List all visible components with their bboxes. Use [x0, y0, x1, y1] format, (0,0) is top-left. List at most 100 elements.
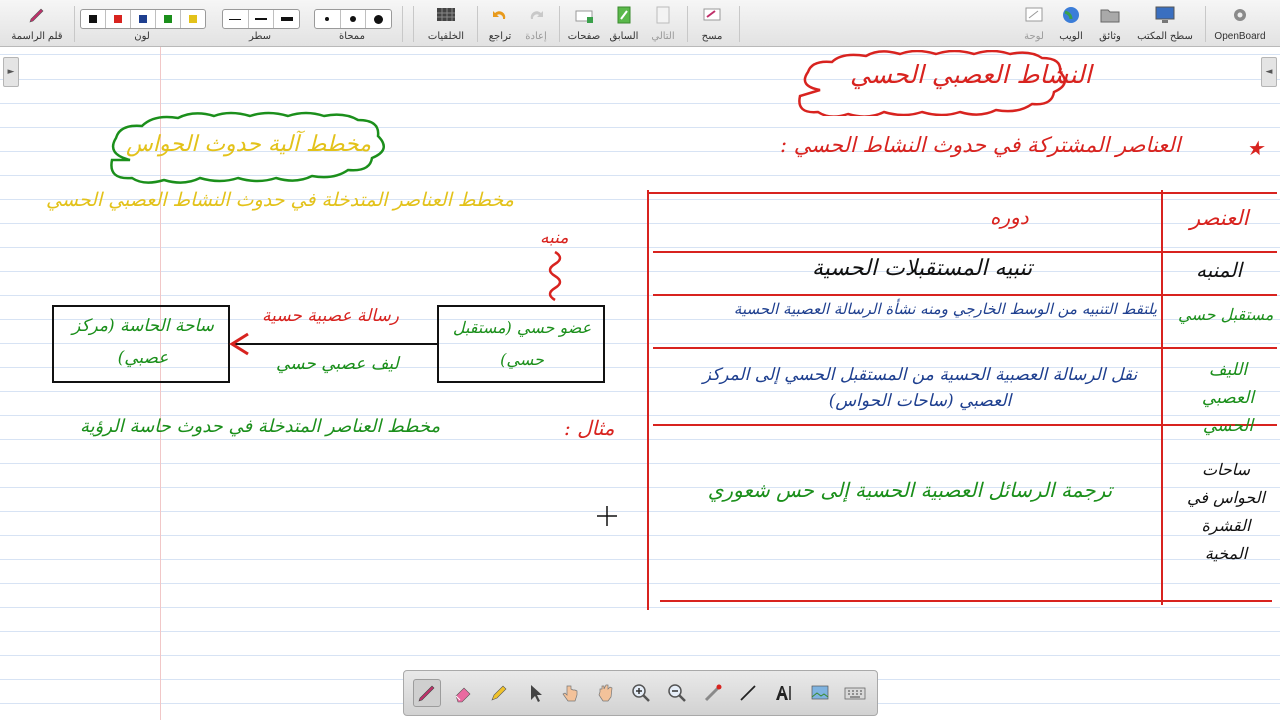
text-tool[interactable]: [771, 680, 797, 706]
color-swatch-blue[interactable]: [131, 10, 156, 28]
eraser-tool[interactable]: [450, 680, 476, 706]
color-swatch-fill: [189, 15, 197, 23]
stimulus-wave: [548, 250, 562, 302]
crosshair-cursor: [597, 506, 617, 526]
pages-button[interactable]: صفحات: [564, 2, 604, 44]
table-header-element: العنصر: [1190, 206, 1249, 230]
table-line-row2: [653, 347, 1277, 349]
table-row4-role: ترجمة الرسائل العصبية الحسية إلى حس شعور…: [707, 478, 1113, 502]
table-row3-role: نقل الرسالة العصبية الحسية من المستقبل ا…: [702, 365, 1138, 411]
openboard-menu-button[interactable]: OpenBoard: [1208, 2, 1272, 44]
color-swatch-black[interactable]: [81, 10, 106, 28]
toolbar-separator: [477, 6, 478, 42]
capture-icon: [811, 685, 828, 700]
diagram-cloud-title: مخطط آلية حدوث الحواس: [126, 132, 371, 157]
table-row1-element: المنبه: [1196, 258, 1243, 282]
pages-label: صفحات: [567, 31, 601, 42]
web-button[interactable]: الويب: [1052, 2, 1090, 44]
redo-button[interactable]: إعادة: [518, 2, 554, 44]
toolbar-separator: [1205, 6, 1206, 42]
marker-icon: [491, 685, 507, 701]
backgrounds-label: الخلفيات: [427, 31, 465, 42]
zoom-out-tool[interactable]: [664, 680, 690, 706]
line-tool[interactable]: [735, 680, 761, 706]
toolbar-separator: [739, 6, 740, 42]
pen-tool-button[interactable]: قلم الراسمة: [4, 2, 70, 44]
next-page-button[interactable]: التالي: [644, 2, 682, 44]
globe-icon: [1063, 7, 1079, 23]
diagram-right-box: عضو حسي (مستقبل حسي): [452, 318, 592, 369]
color-swatch-green[interactable]: [156, 10, 181, 28]
line-width-medium[interactable]: [249, 10, 275, 28]
redo-icon: [530, 11, 543, 19]
laser-tool[interactable]: [700, 680, 726, 706]
page-title: النشاط العصبي الحسي: [850, 60, 1092, 89]
undo-button[interactable]: تراجع: [482, 2, 518, 44]
add-page-icon: [575, 10, 593, 23]
previous-label: السابق: [609, 31, 639, 42]
eraser-size-small[interactable]: [315, 10, 341, 28]
color-swatch-fill: [139, 15, 147, 23]
next-label: التالي: [651, 31, 675, 42]
gear-icon: [1234, 9, 1246, 21]
line-width-thin[interactable]: [223, 10, 249, 28]
pen-icon: [29, 8, 44, 23]
line-width-thick[interactable]: [274, 10, 299, 28]
backgrounds-button[interactable]: الخلفيات: [420, 2, 472, 44]
web-label: الويب: [1059, 31, 1083, 42]
toolbar-separator: [559, 6, 560, 42]
table-row2-role: يلتقط التنبيه من الوسط الخارجي ومنه نشأة…: [733, 300, 1157, 318]
table-row1-role: تنبيه المستقبلات الحسية: [812, 256, 1033, 281]
diagram-arrow-top-label: رسالة عصبية حسية: [262, 306, 399, 326]
board-button[interactable]: لوحة: [1016, 2, 1052, 44]
arrow-right-icon: ►: [7, 67, 15, 77]
documents-button[interactable]: وثائق: [1090, 2, 1130, 44]
color-label: لون: [134, 31, 150, 42]
color-swatch-fill: [114, 15, 122, 23]
grab-hand-icon: [598, 684, 613, 702]
color-swatch-yellow[interactable]: [181, 10, 205, 28]
color-swatch-red[interactable]: [106, 10, 131, 28]
erase-board-button[interactable]: مسح: [692, 2, 732, 44]
right-panel-toggle[interactable]: ◄: [1261, 57, 1277, 87]
example-text: مخطط العناصر المتدخلة في حدوث حاسة الرؤي…: [80, 416, 441, 437]
documents-label: وثائق: [1099, 31, 1121, 42]
pen-tool[interactable]: [412, 679, 441, 707]
marker-tool[interactable]: [486, 680, 512, 706]
eraser-size-large[interactable]: [366, 10, 391, 28]
selector-tool[interactable]: [522, 680, 548, 706]
table-line-row1: [653, 294, 1277, 296]
toolbar-separator: [74, 6, 75, 42]
color-swatch-fill: [89, 15, 97, 23]
line-width-label: سطر: [248, 31, 272, 42]
clear-page-icon: [703, 8, 721, 21]
previous-page-button[interactable]: السابق: [604, 2, 644, 44]
table-line-top: [647, 192, 1277, 194]
virtual-keyboard-tool[interactable]: [842, 680, 868, 706]
toolbar-separator: [413, 6, 414, 42]
laser-pointer-icon: [704, 684, 722, 702]
capture-tool[interactable]: [807, 680, 833, 706]
left-panel-toggle[interactable]: ►: [3, 57, 19, 87]
eraser-size-medium[interactable]: [341, 10, 367, 28]
pointer-icon: [530, 685, 542, 702]
hand-tool[interactable]: [593, 680, 619, 706]
folder-icon: [1100, 9, 1120, 23]
undo-label: تراجع: [488, 31, 512, 42]
hand-pointer-icon: [562, 685, 578, 702]
bottom-toolbar: [403, 670, 878, 716]
interact-tool[interactable]: [557, 680, 583, 706]
toolbar-separator: [687, 6, 688, 42]
star-bullet: ★: [1246, 136, 1264, 160]
table-line-bottom: [660, 600, 1272, 602]
next-page-icon: [656, 6, 670, 24]
grid-background-icon: [437, 8, 455, 21]
desktop-button[interactable]: سطح المكتب: [1130, 2, 1200, 44]
keyboard-icon: [844, 687, 866, 700]
color-swatch-fill: [164, 15, 172, 23]
eraser-size-label: ممحاة: [339, 31, 365, 42]
board-label: لوحة: [1024, 31, 1044, 42]
zoom-in-tool[interactable]: [628, 680, 654, 706]
previous-page-icon: [617, 6, 631, 24]
line-icon: [740, 685, 756, 701]
